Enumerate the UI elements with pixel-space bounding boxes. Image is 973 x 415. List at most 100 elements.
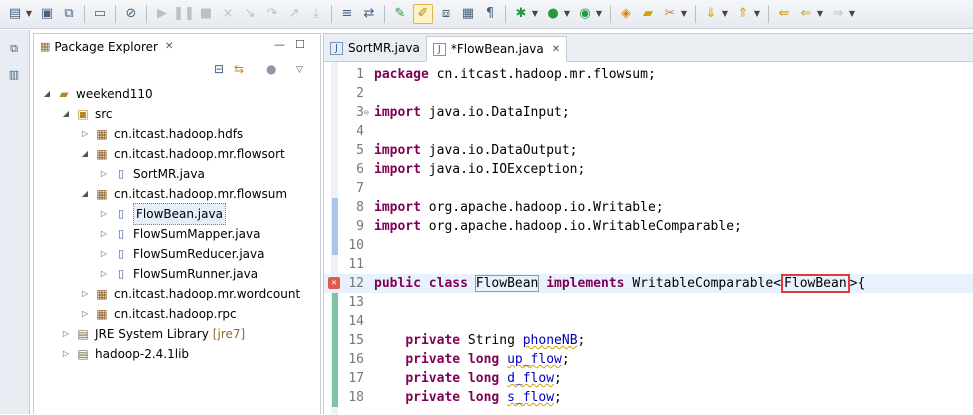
collapsed-twisty-icon[interactable]: ▷ (99, 204, 109, 224)
step-into-icon[interactable]: ↘ (241, 5, 259, 23)
code-line[interactable]: 11 (324, 255, 973, 274)
fold-toggle-icon[interactable]: ⊖ (364, 103, 369, 122)
code-line[interactable]: 16 private long up_flow; (324, 350, 973, 369)
open-type-icon[interactable]: ⇄ (360, 5, 378, 23)
previous-annotation-icon[interactable]: ⇑ (734, 5, 752, 23)
tree-item[interactable]: ◢ ▦ cn.itcast.hadoop.mr.flowsort (80, 144, 285, 164)
next-annotation-dropdown-chevron-icon[interactable]: ▼ (721, 5, 729, 23)
expanded-twisty-icon[interactable]: ◢ (80, 184, 90, 204)
tree-item[interactable]: ▷ ▯ FlowBean.java (99, 203, 226, 225)
next-annotation-icon[interactable]: ⇓ (702, 5, 720, 23)
print-icon[interactable]: ▭ (91, 5, 109, 23)
toggle-block-selection-icon[interactable]: ✐ (413, 4, 433, 24)
collapsed-twisty-icon[interactable]: ▷ (61, 344, 71, 364)
save-all-icon[interactable]: ⧉ (60, 5, 78, 23)
external-tools-dropdown-chevron-icon[interactable]: ▼ (595, 5, 603, 23)
tree-item[interactable]: ◢ ▰ weekend110 (42, 84, 153, 104)
code-line[interactable]: 14 (324, 312, 973, 331)
tree-item[interactable]: ▷ ▦ cn.itcast.hadoop.hdfs (80, 124, 243, 144)
tree-item[interactable]: ▷ ▦ cn.itcast.hadoop.mr.wordcount (80, 284, 300, 304)
save-icon[interactable]: ▣ (38, 5, 56, 23)
forward-icon[interactable]: ⇒ (829, 5, 847, 23)
tree-item[interactable]: ▷ ▯ FlowSumRunner.java (99, 264, 258, 284)
code-line[interactable]: 3 ⊖ import java.io.DataInput; (324, 103, 973, 122)
previous-annotation-dropdown-chevron-icon[interactable]: ▼ (753, 5, 761, 23)
tree-item[interactable]: ▷ ▯ FlowSumMapper.java (99, 224, 261, 244)
collapsed-twisty-icon[interactable]: ▷ (99, 164, 109, 184)
restore-icon[interactable]: ⧉ (5, 42, 23, 56)
new-icon[interactable]: ▤ (6, 5, 24, 23)
last-edit-location-icon[interactable]: ⇚ (775, 5, 793, 23)
minimize-icon[interactable]: — (274, 38, 285, 51)
back-dropdown-chevron-icon[interactable]: ▼ (816, 5, 824, 23)
run-icon[interactable]: ● (544, 5, 562, 23)
debug-dropdown-chevron-icon[interactable]: ▼ (531, 5, 539, 23)
package-explorer-minimized-icon[interactable]: ▥ (5, 68, 23, 82)
back-icon[interactable]: ⇐ (797, 5, 815, 23)
drop-to-frame-icon[interactable]: ⤓ (307, 5, 325, 23)
toggle-mark-occurrences-icon[interactable]: ✎ (391, 5, 409, 23)
toggle-breadcrumb-icon[interactable]: ⧈ (437, 5, 455, 23)
run-dropdown-chevron-icon[interactable]: ▼ (563, 5, 571, 23)
forward-dropdown-chevron-icon[interactable]: ▼ (848, 5, 856, 23)
expanded-twisty-icon[interactable]: ◢ (61, 104, 71, 124)
terminate-icon[interactable]: ■ (197, 5, 215, 23)
code-line[interactable]: 8 import org.apache.hadoop.io.Writable; (324, 198, 973, 217)
code-line[interactable]: 7 (324, 179, 973, 198)
tree-item[interactable]: ▷ ▤ JRE System Library [jre7] (61, 324, 245, 344)
close-icon[interactable]: ✕ (165, 41, 173, 52)
code-line[interactable]: 10 (324, 236, 973, 255)
code-line[interactable]: 18 private long s_flow; (324, 388, 973, 407)
link-with-editor-icon[interactable]: ⇆ (234, 62, 244, 76)
code-line[interactable]: 17 private long d_flow; (324, 369, 973, 388)
collapse-all-icon[interactable]: ⊟ (214, 62, 224, 76)
collapsed-twisty-icon[interactable]: ▷ (99, 224, 109, 244)
tree-item[interactable]: ◢ ▣ src (61, 104, 113, 124)
code-line[interactable]: 2 (324, 84, 973, 103)
tree-item[interactable]: ▷ ▯ SortMR.java (99, 164, 205, 184)
maximize-icon[interactable]: ☐ (295, 38, 305, 51)
skip-breakpoints-icon[interactable]: ⊘ (122, 5, 140, 23)
search-icon[interactable]: ✂ (661, 5, 679, 23)
expanded-twisty-icon[interactable]: ◢ (42, 84, 52, 104)
suspend-icon[interactable]: ❚❚ (173, 5, 195, 23)
tab-flowbean-java[interactable]: J *FlowBean.java ✕ (425, 36, 568, 62)
new-dropdown-chevron-icon[interactable]: ▼ (25, 5, 33, 23)
paragraph-icon[interactable]: ¶ (481, 5, 499, 23)
tab-sortmr-java[interactable]: J SortMR.java (324, 35, 426, 61)
tab-package-explorer[interactable]: ▦ Package Explorer ✕ (34, 34, 179, 59)
tree-item[interactable]: ▷ ▦ cn.itcast.hadoop.rpc (80, 304, 237, 324)
expanded-twisty-icon[interactable]: ◢ (80, 144, 90, 164)
code-line[interactable]: ✕ 12 public class FlowBean implements Writ… (324, 274, 973, 293)
code-line[interactable]: 15 private String phoneNB; (324, 331, 973, 350)
code-line[interactable]: 13 (324, 293, 973, 312)
tree-item[interactable]: ▷ ▯ FlowSumReducer.java (99, 244, 265, 264)
focus-active-task-icon[interactable]: ● (266, 62, 276, 76)
collapsed-twisty-icon[interactable]: ▷ (80, 284, 90, 304)
collapsed-twisty-icon[interactable]: ▷ (80, 124, 90, 144)
disconnect-icon[interactable]: ⨯ (219, 5, 237, 23)
code-area[interactable]: 1 package cn.itcast.hadoop.mr.flowsum; 2 3 ⊖… (324, 62, 973, 415)
external-tools-icon[interactable]: ◉ (576, 5, 594, 23)
step-return-icon[interactable]: ↗ (285, 5, 303, 23)
use-step-filters-icon[interactable]: ≡ (338, 5, 356, 23)
code-line[interactable]: 5 import java.io.DataOutput; (324, 141, 973, 160)
collapsed-twisty-icon[interactable]: ▷ (61, 324, 71, 344)
collapsed-twisty-icon[interactable]: ▷ (80, 304, 90, 324)
collapsed-twisty-icon[interactable]: ▷ (99, 264, 109, 284)
show-whitespace-icon[interactable]: ▦ (459, 5, 477, 23)
code-line[interactable]: 9 import org.apache.hadoop.io.WritableCom… (324, 217, 973, 236)
search-dropdown-chevron-icon[interactable]: ▼ (680, 5, 688, 23)
collapsed-twisty-icon[interactable]: ▷ (99, 244, 109, 264)
new-java-project-icon[interactable]: ◈ (617, 5, 635, 23)
debug-icon[interactable]: ✱ (512, 5, 530, 23)
code-line[interactable]: 6 import java.io.IOException; (324, 160, 973, 179)
open-folder-icon[interactable]: ▰ (639, 5, 657, 23)
code-line[interactable]: 4 (324, 122, 973, 141)
step-over-icon[interactable]: ↷ (263, 5, 281, 23)
tree-item[interactable]: ▷ ▤ hadoop-2.4.1lib (61, 344, 189, 364)
close-icon[interactable]: ✕ (552, 44, 560, 55)
tree-item[interactable]: ◢ ▦ cn.itcast.hadoop.mr.flowsum (80, 184, 287, 204)
resume-icon[interactable]: ▶ (153, 5, 171, 23)
code-line[interactable]: 1 package cn.itcast.hadoop.mr.flowsum; (324, 65, 973, 84)
